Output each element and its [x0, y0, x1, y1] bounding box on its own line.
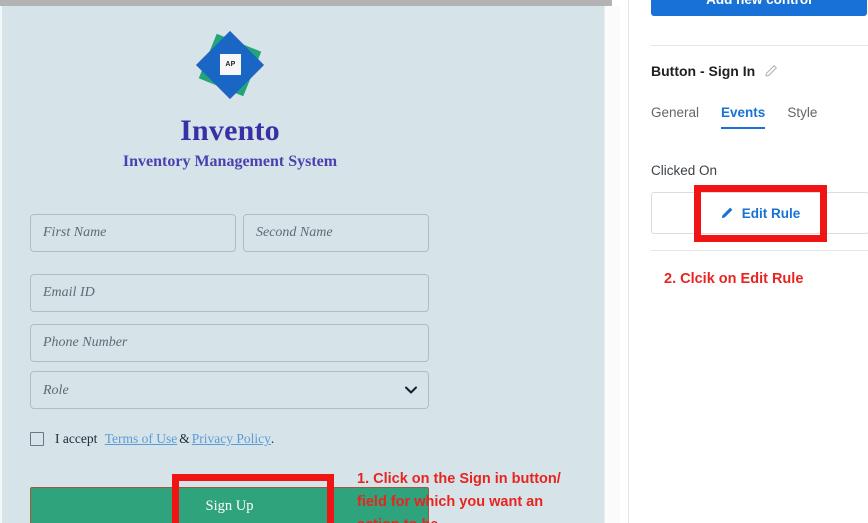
signup-form-card: AP Invento Inventory Management System R… — [2, 6, 482, 523]
role-select-wrap[interactable]: Role — [30, 371, 429, 409]
edit-rule-button[interactable]: Edit Rule — [651, 192, 868, 234]
privacy-policy-link[interactable]: Privacy Policy — [192, 431, 271, 447]
properties-panel: Add new control Button - Sign In General… — [628, 0, 868, 523]
tab-general[interactable]: General — [651, 105, 699, 129]
panel-gutter — [620, 0, 628, 523]
terms-suffix: . — [270, 431, 275, 446]
terms-space-1 — [97, 431, 104, 447]
pencil-icon — [720, 206, 734, 220]
terms-prefix-label: I accept — [55, 431, 98, 446]
second-name-input[interactable] — [243, 214, 429, 252]
panel-tabs: General Events Style — [651, 105, 817, 129]
add-new-control-button[interactable]: Add new control — [651, 0, 867, 16]
edit-rule-label: Edit Rule — [741, 205, 801, 221]
logo-badge-text: AP — [220, 54, 241, 75]
annotation-step-1-text: 1. Click on the Sign in button/ field fo… — [357, 471, 561, 523]
panel-divider-middle — [651, 250, 868, 251]
preview-canvas: AP Invento Inventory Management System R… — [0, 6, 604, 523]
first-name-input[interactable] — [30, 214, 236, 252]
annotation-step-2-text: 2. Clcik on Edit Rule — [664, 271, 804, 287]
page-title: Invento — [180, 114, 280, 147]
terms-checkbox[interactable] — [30, 432, 44, 446]
tab-events[interactable]: Events — [721, 105, 766, 129]
control-title: Button - Sign In — [651, 63, 756, 79]
preview-scrollbar-track[interactable] — [604, 6, 620, 523]
panel-divider-top — [651, 45, 868, 46]
event-label-clicked-on: Clicked On — [651, 163, 718, 178]
page-subtitle: Inventory Management System — [122, 153, 338, 170]
app-root: AP Invento Inventory Management System R… — [0, 0, 868, 523]
email-input[interactable] — [30, 274, 429, 312]
tab-style[interactable]: Style — [787, 105, 817, 129]
invento-logo-icon: AP — [193, 28, 267, 102]
control-header: Button - Sign In — [651, 63, 778, 79]
role-select[interactable]: Role — [30, 371, 429, 409]
terms-row: I accept Terms of Use & Privacy Policy . — [30, 431, 274, 447]
terms-separator: & — [179, 431, 190, 446]
pencil-icon[interactable] — [764, 64, 778, 78]
terms-of-use-link[interactable]: Terms of Use — [105, 431, 178, 447]
phone-input[interactable] — [30, 324, 429, 362]
